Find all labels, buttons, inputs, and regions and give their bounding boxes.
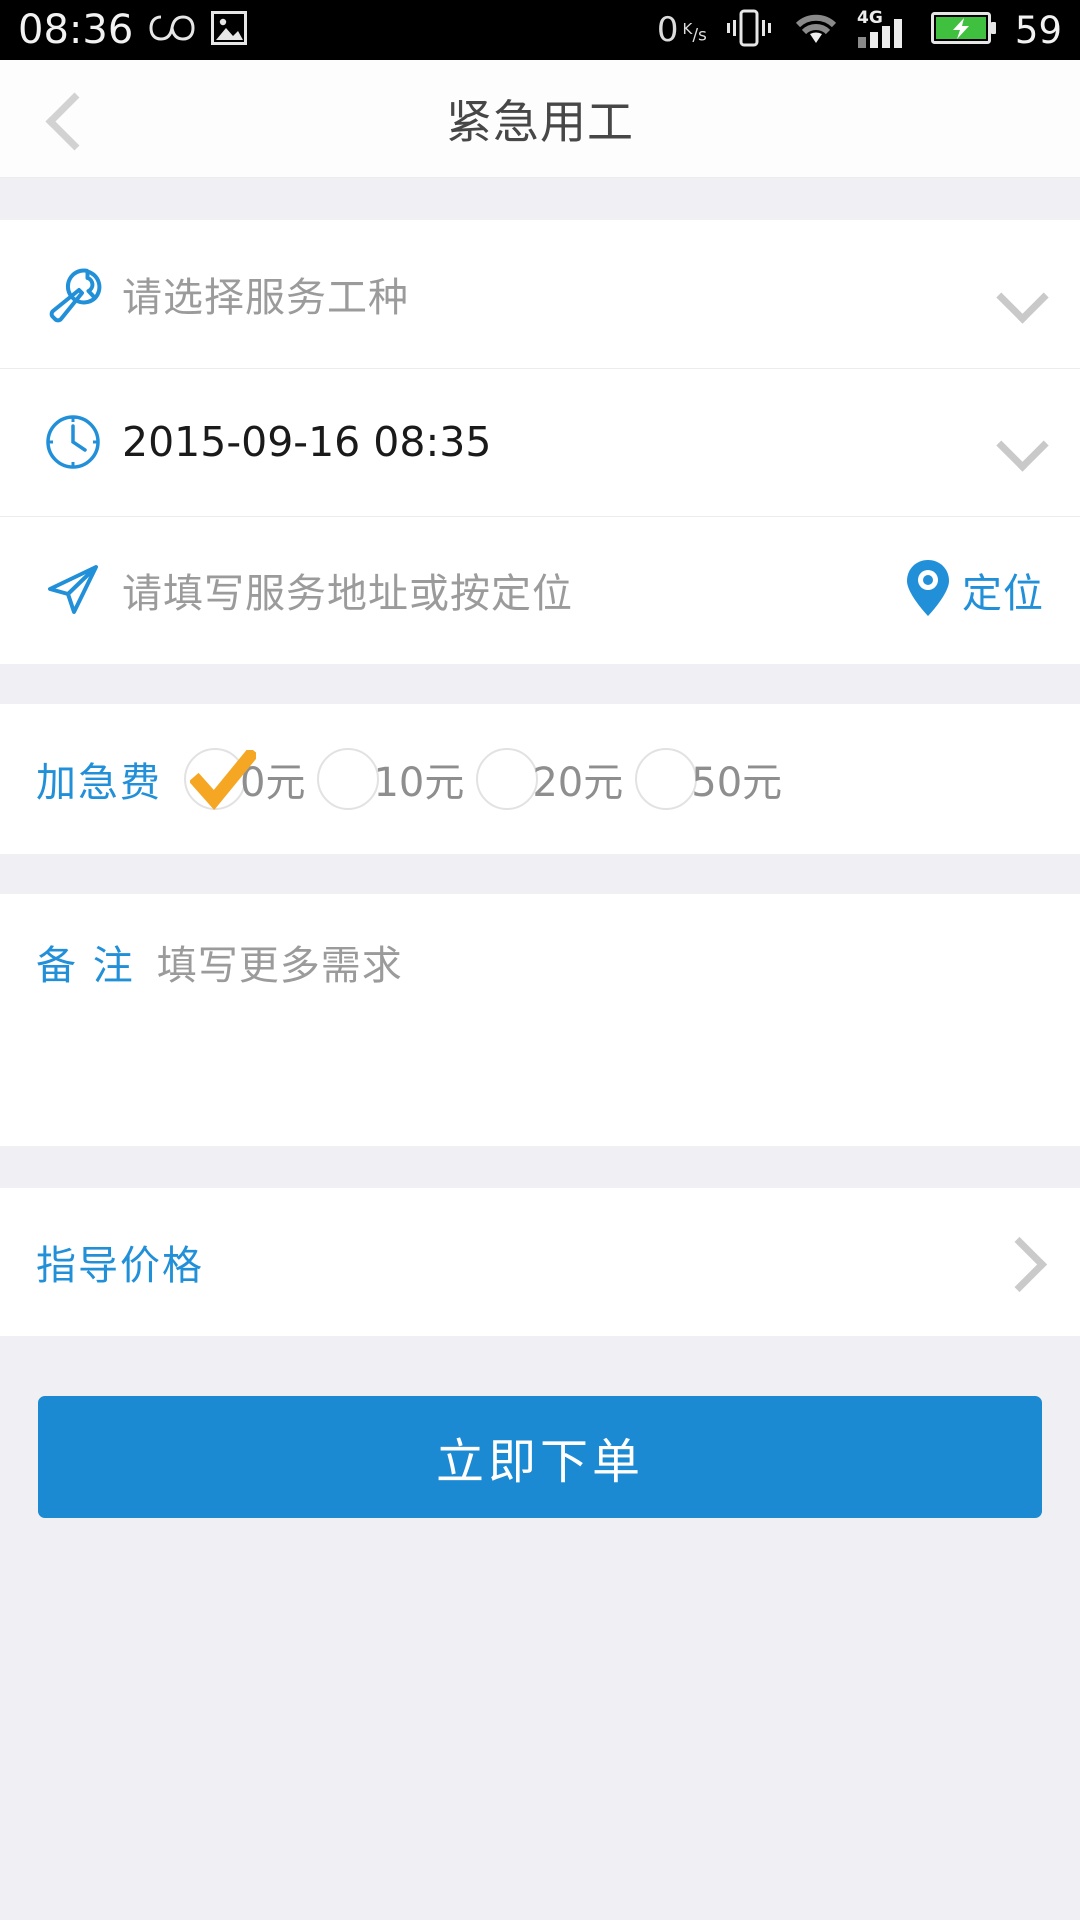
- remark-card[interactable]: 备 注 填写更多需求: [0, 894, 1080, 1146]
- chevron-down-icon[interactable]: [998, 271, 1044, 317]
- job-type-placeholder: 请选择服务工种: [122, 275, 409, 321]
- submit-area: 立即下单: [0, 1336, 1080, 1518]
- section-gap-1: [0, 178, 1080, 220]
- app-root: 08:36 0 K/s 4G 59 紧急用工 请选择服务工种 2015-09-1…: [0, 0, 1080, 1920]
- chevron-right-icon: [998, 1234, 1044, 1290]
- signal-network-label: 4G: [857, 8, 883, 28]
- fee-option-0[interactable]: 0元: [184, 746, 306, 811]
- datetime-row[interactable]: 2015-09-16 08:35: [0, 368, 1080, 516]
- guide-price-card: 指导价格: [0, 1188, 1080, 1336]
- fee-option-label-1: 10元: [373, 760, 465, 806]
- signal-bars-icon: 4G: [857, 7, 915, 53]
- radio-1: [317, 748, 380, 810]
- status-bar: 08:36 0 K/s 4G 59: [0, 0, 1080, 60]
- battery-charging-icon: [930, 10, 997, 50]
- job-type-row[interactable]: 请选择服务工种: [0, 220, 1080, 368]
- guide-price-right: [998, 1234, 1044, 1290]
- place-order-button[interactable]: 立即下单: [38, 1396, 1042, 1518]
- chevron-left-icon: [44, 88, 96, 150]
- section-gap-3: [0, 854, 1080, 894]
- remark-placeholder: 填写更多需求: [156, 943, 403, 989]
- page-title: 紧急用工: [446, 94, 634, 149]
- nav-bar: 紧急用工: [0, 60, 1080, 178]
- wrench-icon: [36, 262, 110, 326]
- navigation-arrow-icon: [36, 560, 110, 620]
- network-speed-unit: K/s: [682, 20, 707, 46]
- urgent-fee-row: 加急费 0元 10元 20元 50元: [0, 704, 1080, 854]
- back-button[interactable]: [0, 60, 140, 178]
- radio-0: [184, 748, 246, 810]
- wifi-icon: [791, 9, 841, 51]
- datetime-value: 2015-09-16 08:35: [122, 418, 492, 466]
- job-type-right: [998, 271, 1044, 317]
- guide-price-label: 指导价格: [36, 1243, 204, 1289]
- vibrate-icon: [723, 8, 775, 52]
- fee-option-3[interactable]: 50元: [635, 748, 782, 810]
- fee-option-label-2: 20元: [532, 760, 624, 806]
- locate-button[interactable]: 定位: [904, 558, 1044, 622]
- radio-3: [635, 748, 698, 810]
- address-row[interactable]: 请填写服务地址或按定位 定位: [0, 516, 1080, 664]
- locate-button-inner: 定位: [904, 558, 1044, 622]
- guide-price-row[interactable]: 指导价格: [0, 1188, 1080, 1336]
- datetime-right: [998, 419, 1044, 465]
- urgent-fee-options: 0元 10元 20元 50元: [184, 746, 794, 811]
- remark-label: 备 注: [36, 943, 135, 989]
- status-clock: 08:36: [18, 7, 134, 53]
- status-bar-right: 0 K/s 4G 59: [657, 7, 1062, 53]
- address-placeholder: 请填写服务地址或按定位: [122, 571, 573, 617]
- fee-option-1[interactable]: 10元: [317, 748, 464, 810]
- network-speed: 0 K/s: [656, 10, 707, 50]
- status-bar-left: 08:36: [18, 7, 248, 53]
- urgent-fee-card: 加急费 0元 10元 20元 50元: [0, 704, 1080, 854]
- map-pin-icon: [904, 558, 952, 622]
- infinity-icon: [149, 13, 195, 47]
- chevron-down-icon[interactable]: [998, 419, 1044, 465]
- section-gap-2: [0, 664, 1080, 704]
- radio-2: [476, 748, 539, 810]
- urgent-fee-label: 加急费: [36, 760, 162, 806]
- order-details-card: 请选择服务工种 2015-09-16 08:35 请填写服务地址或按定位 定位: [0, 220, 1080, 664]
- battery-percent: 59: [1014, 8, 1062, 52]
- image-icon: [211, 11, 248, 49]
- fee-option-2[interactable]: 20元: [476, 748, 623, 810]
- fee-option-label-3: 50元: [691, 760, 783, 806]
- section-gap-4: [0, 1146, 1080, 1188]
- remark-row: 备 注 填写更多需求: [36, 894, 1044, 1030]
- fee-option-label-0: 0元: [240, 760, 306, 806]
- clock-icon: [36, 413, 110, 471]
- locate-label: 定位: [962, 571, 1044, 617]
